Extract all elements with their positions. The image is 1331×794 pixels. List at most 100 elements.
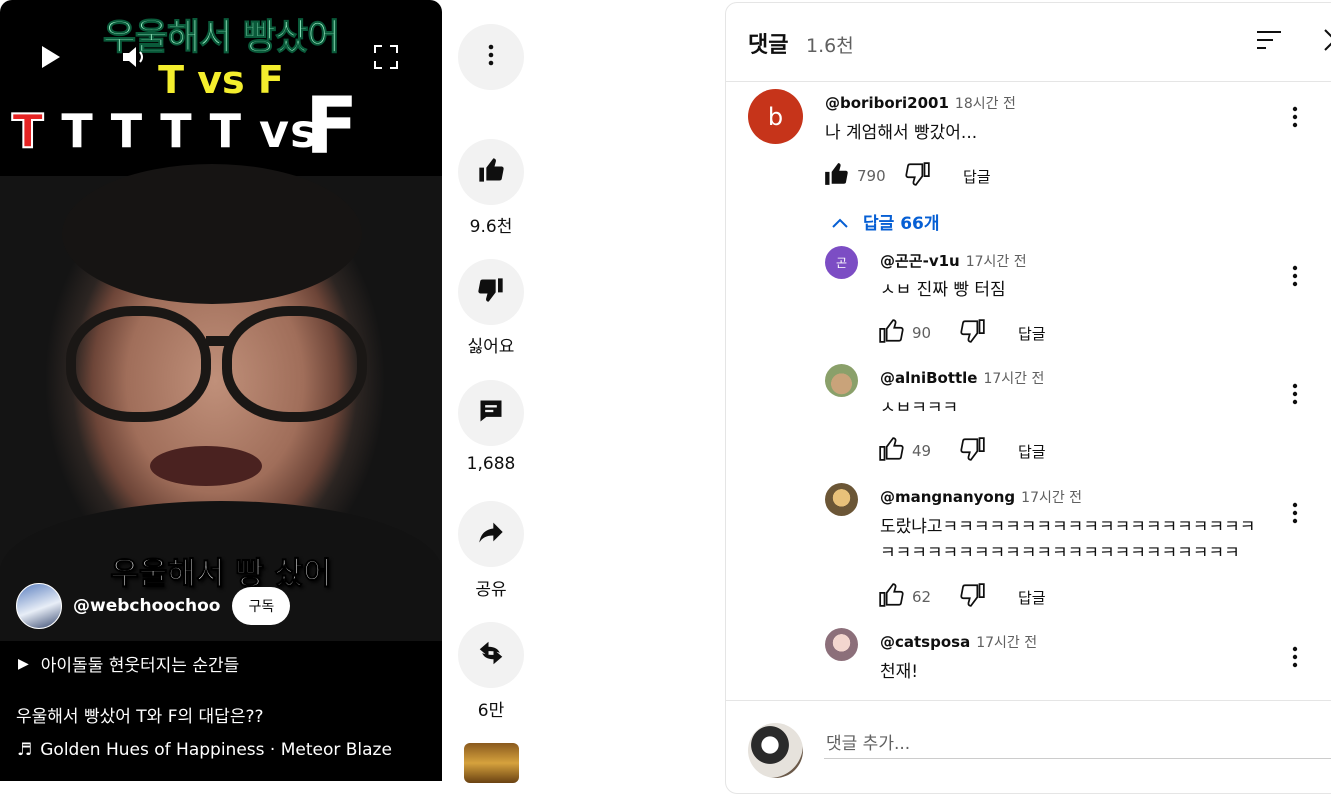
- reply-button[interactable]: 답글: [1018, 441, 1046, 462]
- video-title[interactable]: 우울해서 빵샀어 T와 F의 대답은??: [16, 702, 264, 727]
- comment-icon: [477, 397, 505, 429]
- thumbs-up-icon: [477, 156, 505, 188]
- reply-author-handle[interactable]: @alniBottle: [880, 369, 977, 387]
- comment-text: 나 계엄해서 빵갔어...: [825, 123, 978, 143]
- vertical-dots-icon[interactable]: [1292, 265, 1298, 291]
- current-user-avatar: [748, 723, 803, 778]
- reply-author[interactable]: @alniBottle 17시간 전: [880, 368, 1044, 388]
- play-small-icon: ▶: [18, 655, 29, 672]
- add-comment-input[interactable]: 댓글 추가...: [826, 729, 910, 754]
- channel-avatar[interactable]: [16, 583, 62, 629]
- share-label: 공유: [475, 580, 507, 600]
- shorts-video-player[interactable]: 우울해서 빵샀어 T vs F T T T T T vs F 우울해서 빵 샀어…: [0, 0, 442, 781]
- more-options-button[interactable]: [458, 24, 524, 90]
- comments-title: 댓글: [748, 33, 789, 58]
- reply-actions: 49 답글: [878, 436, 1046, 466]
- thumbs-up-filled-icon[interactable]: [823, 161, 849, 191]
- subscribe-button[interactable]: 구독: [232, 587, 291, 625]
- thumbs-down-icon[interactable]: [905, 161, 931, 191]
- replies-toggle[interactable]: 답글 66개: [831, 209, 940, 234]
- dislike-label: 싫어요: [467, 337, 515, 357]
- share-button[interactable]: [458, 501, 524, 567]
- remix-button[interactable]: [458, 622, 524, 688]
- reply-author-handle[interactable]: @catsposa: [880, 633, 970, 651]
- reply-button[interactable]: 답글: [1018, 323, 1046, 344]
- playlist-link[interactable]: ▶ 아이돌둘 현웃터지는 순간들: [18, 651, 240, 677]
- fullscreen-icon[interactable]: [373, 44, 399, 74]
- thumbs-down-icon[interactable]: [960, 436, 986, 466]
- comment-actions: 790 답글: [823, 161, 991, 191]
- reply-author-handle[interactable]: @곤곤-v1u: [880, 252, 960, 270]
- reply-text: ㅅㅂ 진짜 빵 터짐: [880, 280, 1006, 300]
- playlist-label: 아이돌둘 현웃터지는 순간들: [40, 656, 240, 676]
- vertical-dots-icon[interactable]: [1292, 502, 1298, 528]
- reply-time[interactable]: 17시간 전: [976, 635, 1037, 651]
- reply-text-line1: 도랐냐고ㅋㅋㅋㅋㅋㅋㅋㅋㅋㅋㅋㅋㅋㅋㅋㅋㅋㅋㅋㅋ: [880, 517, 1256, 537]
- video-overlay-t-row: T T T T T vs: [11, 103, 319, 159]
- reply-time[interactable]: 17시간 전: [966, 254, 1027, 270]
- reply-like-count: 62: [912, 588, 932, 606]
- reply-time[interactable]: 17시간 전: [1021, 490, 1082, 506]
- reply-author-handle[interactable]: @mangnanyong: [880, 488, 1015, 506]
- vertical-dots-icon[interactable]: [1292, 383, 1298, 409]
- reply-text-line2: ㅋㅋㅋㅋㅋㅋㅋㅋㅋㅋㅋㅋㅋㅋㅋㅋㅋㅋㅋㅋㅋㅋㅋ: [880, 543, 1240, 563]
- vertical-dots-icon[interactable]: [1292, 646, 1298, 672]
- play-icon[interactable]: [36, 42, 64, 76]
- reply-avatar[interactable]: [825, 483, 858, 516]
- music-note-icon: ♬: [17, 740, 33, 760]
- reply-button[interactable]: 답글: [1018, 587, 1046, 608]
- like-button[interactable]: [458, 139, 524, 205]
- reply-author[interactable]: @catsposa 17시간 전: [880, 632, 1037, 652]
- comments-header: 댓글 1.6천: [726, 3, 1331, 82]
- video-overlay-t-text: T T T T vs: [61, 104, 319, 158]
- remix-count: 6만: [477, 701, 505, 721]
- sort-icon[interactable]: [1256, 29, 1282, 55]
- reply-text: 천재!: [880, 662, 919, 682]
- reply-time[interactable]: 17시간 전: [983, 371, 1044, 387]
- reply-author[interactable]: @mangnanyong 17시간 전: [880, 487, 1082, 507]
- video-person-mouth: [150, 446, 262, 486]
- volume-icon[interactable]: [120, 44, 150, 74]
- reply-like-count: 90: [912, 324, 932, 342]
- comment-author-handle[interactable]: @boribori2001: [825, 94, 949, 112]
- comment-time[interactable]: 18시간 전: [955, 96, 1016, 112]
- music-link[interactable]: ♬ Golden Hues of Happiness · Meteor Blaz…: [17, 740, 392, 760]
- reply-button[interactable]: 답글: [963, 166, 991, 187]
- channel-row: @webchoochoo 구독: [16, 583, 291, 629]
- like-count: 9.6천: [469, 217, 513, 237]
- video-glasses-bridge: [206, 336, 232, 346]
- video-glasses-left: [66, 306, 211, 422]
- comment-author[interactable]: @boribori2001 18시간 전: [825, 93, 1016, 113]
- thumbs-up-icon[interactable]: [878, 582, 904, 612]
- video-overlay-red-t: T: [11, 103, 45, 159]
- comments-panel: 댓글 1.6천 b @boribori2001 18시간 전 나 계엄해서 빵갔어…: [725, 2, 1331, 794]
- sound-thumbnail[interactable]: [464, 743, 519, 783]
- thumbs-down-icon[interactable]: [960, 318, 986, 348]
- reply-author[interactable]: @곤곤-v1u 17시간 전: [880, 250, 1027, 271]
- vertical-dots-icon: [488, 44, 494, 70]
- music-label: Golden Hues of Happiness · Meteor Blaze: [40, 740, 392, 760]
- comment-count: 1,688: [466, 454, 516, 474]
- add-comment-underline: [824, 758, 1331, 759]
- thumbs-up-icon[interactable]: [878, 436, 904, 466]
- comments-button[interactable]: [458, 380, 524, 446]
- video-person-hair: [62, 164, 362, 304]
- remix-icon: [476, 638, 506, 672]
- reply-avatar[interactable]: 곤: [825, 246, 858, 279]
- thumbs-down-icon: [477, 276, 505, 308]
- close-icon[interactable]: [1322, 27, 1331, 57]
- dislike-button[interactable]: [458, 259, 524, 325]
- reply-actions: 62 답글: [878, 582, 1046, 612]
- thumbs-down-icon[interactable]: [960, 582, 986, 612]
- thumbs-up-icon[interactable]: [878, 318, 904, 348]
- add-comment-bar: 댓글 추가...: [726, 700, 1331, 793]
- reply-text: ㅅㅂㅋㅋㅋ: [880, 398, 959, 418]
- comment-avatar[interactable]: b: [748, 89, 803, 144]
- reply-avatar[interactable]: [825, 364, 858, 397]
- vertical-dots-icon[interactable]: [1292, 106, 1298, 132]
- video-glasses-right: [222, 306, 367, 422]
- comments-count: 1.6천: [806, 35, 854, 57]
- chevron-up-icon: [831, 210, 849, 234]
- channel-handle[interactable]: @webchoochoo: [73, 596, 220, 616]
- reply-avatar[interactable]: [825, 628, 858, 661]
